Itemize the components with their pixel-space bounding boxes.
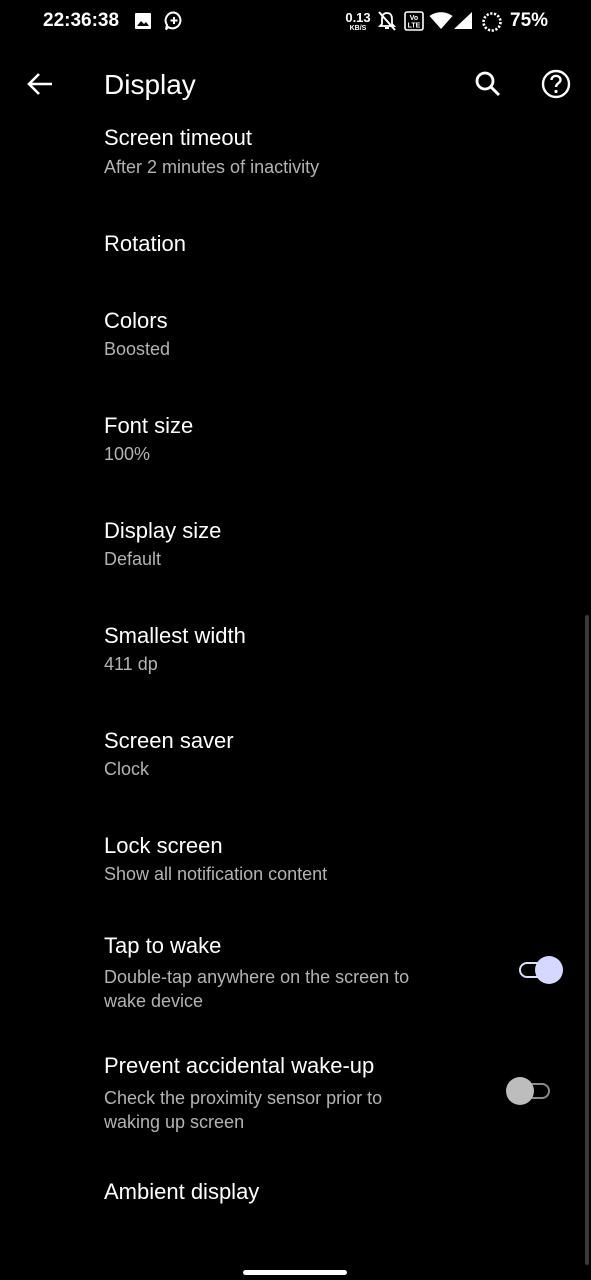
- setting-summary: After 2 minutes of inactivity: [104, 157, 320, 177]
- prevent-wake-up-toggle[interactable]: [506, 1073, 552, 1109]
- setting-title: Rotation: [104, 231, 186, 256]
- setting-title: Smallest width: [104, 623, 246, 648]
- setting-summary: 100%: [104, 444, 151, 464]
- tap-to-wake-toggle[interactable]: [517, 952, 563, 988]
- setting-summary-line2: waking up screen: [104, 1112, 245, 1132]
- setting-font-size[interactable]: Font size 100%: [0, 395, 591, 485]
- setting-colors[interactable]: Colors Boosted: [0, 290, 591, 380]
- toggle-thumb: [535, 956, 563, 984]
- setting-display-size[interactable]: Display size Default: [0, 500, 591, 590]
- setting-title: Screen saver: [104, 728, 234, 753]
- setting-summary-line1: Check the proximity sensor prior to: [104, 1088, 383, 1108]
- setting-title: Colors: [104, 308, 168, 333]
- setting-smallest-width[interactable]: Smallest width 411 dp: [0, 605, 591, 695]
- setting-title: Lock screen: [104, 833, 223, 858]
- scrollbar[interactable]: [585, 615, 589, 1265]
- setting-ambient-display[interactable]: Ambient display: [0, 1160, 591, 1230]
- setting-summary: Boosted: [104, 339, 171, 359]
- setting-summary: Clock: [104, 759, 150, 779]
- setting-title: Tap to wake: [104, 933, 222, 958]
- setting-title: Prevent accidental wake-up: [104, 1053, 375, 1078]
- settings-list: Screen timeout After 2 minutes of inacti…: [0, 0, 591, 1280]
- setting-screen-saver[interactable]: Screen saver Clock: [0, 710, 591, 800]
- setting-summary: 411 dp: [104, 654, 158, 674]
- setting-title: Display size: [104, 518, 222, 543]
- setting-summary: Show all notification content: [104, 864, 328, 884]
- setting-lock-screen[interactable]: Lock screen Show all notification conten…: [0, 815, 591, 905]
- toggle-thumb: [506, 1077, 534, 1105]
- setting-title: Font size: [104, 413, 194, 438]
- setting-summary-line2: wake device: [104, 991, 204, 1011]
- setting-screen-timeout[interactable]: Screen timeout After 2 minutes of inacti…: [0, 118, 591, 203]
- setting-prevent-accidental-wake-up[interactable]: Prevent accidental wake-up Check the pro…: [0, 1035, 591, 1145]
- gesture-nav-handle[interactable]: [243, 1270, 347, 1275]
- setting-title: Screen timeout: [104, 125, 252, 150]
- setting-rotation[interactable]: Rotation: [0, 210, 591, 280]
- setting-summary: Default: [104, 549, 162, 569]
- setting-summary-line1: Double-tap anywhere on the screen to: [104, 967, 410, 987]
- setting-tap-to-wake[interactable]: Tap to wake Double-tap anywhere on the s…: [0, 915, 591, 1025]
- setting-title: Ambient display: [104, 1179, 260, 1204]
